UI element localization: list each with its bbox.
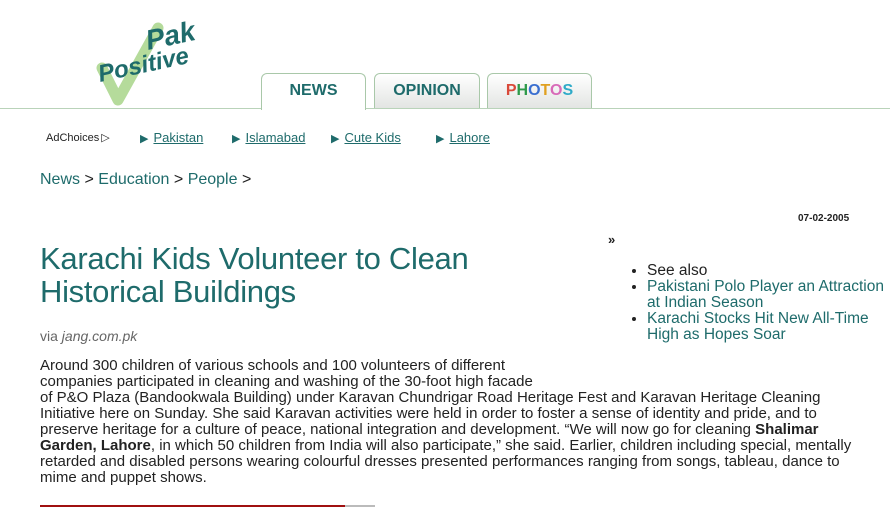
adchoices-text: AdChoices: [46, 132, 100, 144]
play-arrow-icon: ▶: [436, 133, 445, 145]
article-body: Around 300 children of various schools a…: [40, 358, 870, 486]
ad-link-cute-kids[interactable]: ▶ Cute Kids: [331, 130, 401, 145]
breadcrumb-separator: >: [84, 171, 94, 188]
page-title: Karachi Kids Volunteer to Clean Historic…: [40, 241, 469, 309]
tab-opinion[interactable]: OPINION: [374, 73, 480, 109]
ad-link-label: Cute Kids: [344, 130, 401, 145]
pakpositive-logo[interactable]: Pak Positive: [96, 15, 236, 110]
ad-link-label: Lahore: [449, 130, 490, 145]
breadcrumb: News > Education > People >: [40, 171, 251, 189]
article-text-line2: companies participated in cleaning and w…: [40, 373, 533, 390]
tab-photos-letter: H: [516, 82, 529, 99]
tab-photos[interactable]: PHOTOS: [487, 73, 592, 109]
ad-link-islamabad[interactable]: ▶ Islamabad: [232, 130, 305, 145]
raquo-icon: »: [608, 232, 616, 247]
breadcrumb-separator: >: [173, 171, 184, 188]
adchoices-icon: ▷: [101, 132, 110, 144]
ad-link-label: Pakistan: [153, 130, 204, 145]
article-date: 07-02-2005: [798, 213, 850, 224]
play-arrow-icon: ▶: [232, 133, 241, 145]
breadcrumb-separator: >: [241, 171, 252, 188]
related-link-stocks[interactable]: Karachi Stocks Hit New All-Time High as …: [647, 310, 869, 343]
breadcrumb-education[interactable]: Education: [98, 171, 169, 188]
tab-news[interactable]: NEWS: [261, 73, 366, 110]
see-also-heading: See also: [647, 263, 887, 279]
section-divider-red: [40, 505, 345, 507]
section-divider-gray: [345, 505, 375, 507]
ad-link-pakistan[interactable]: ▶ Pakistan: [140, 130, 203, 145]
related-link-polo[interactable]: Pakistani Polo Player an Attraction at I…: [647, 278, 884, 311]
related-item: Pakistani Polo Player an Attraction at I…: [647, 279, 887, 311]
tab-photos-letter: T: [540, 82, 551, 99]
article-text-line3: of P&O Plaza (Bandookwala Building) unde…: [40, 389, 821, 438]
logo-graphic: Pak Positive: [96, 15, 199, 106]
tab-photos-letter: O: [528, 82, 541, 99]
play-arrow-icon: ▶: [331, 133, 340, 145]
tab-photos-letter: O: [550, 82, 563, 99]
article-source: via jang.com.pk: [40, 328, 137, 344]
article-paragraph: Around 300 children of various schools a…: [40, 358, 870, 486]
breadcrumb-people[interactable]: People: [188, 171, 238, 188]
tab-photos-letter: S: [562, 82, 574, 99]
breadcrumb-news[interactable]: News: [40, 171, 80, 188]
play-arrow-icon: ▶: [140, 133, 149, 145]
ad-link-label: Islamabad: [245, 130, 306, 145]
tab-photos-letter: P: [505, 82, 517, 99]
source-name: jang.com.pk: [61, 328, 138, 344]
ad-link-lahore[interactable]: ▶ Lahore: [436, 130, 490, 145]
adchoices-label[interactable]: AdChoices ▷: [46, 131, 110, 144]
article-text-line4: , in which 50 children from India will a…: [40, 437, 852, 486]
related-list: See also Pakistani Polo Player an Attrac…: [630, 263, 887, 343]
via-prefix: via: [40, 328, 58, 344]
header-divider: [0, 108, 890, 109]
related-item: Karachi Stocks Hit New All-Time High as …: [647, 311, 887, 343]
article-text-line1: Around 300 children of various schools a…: [40, 357, 506, 374]
